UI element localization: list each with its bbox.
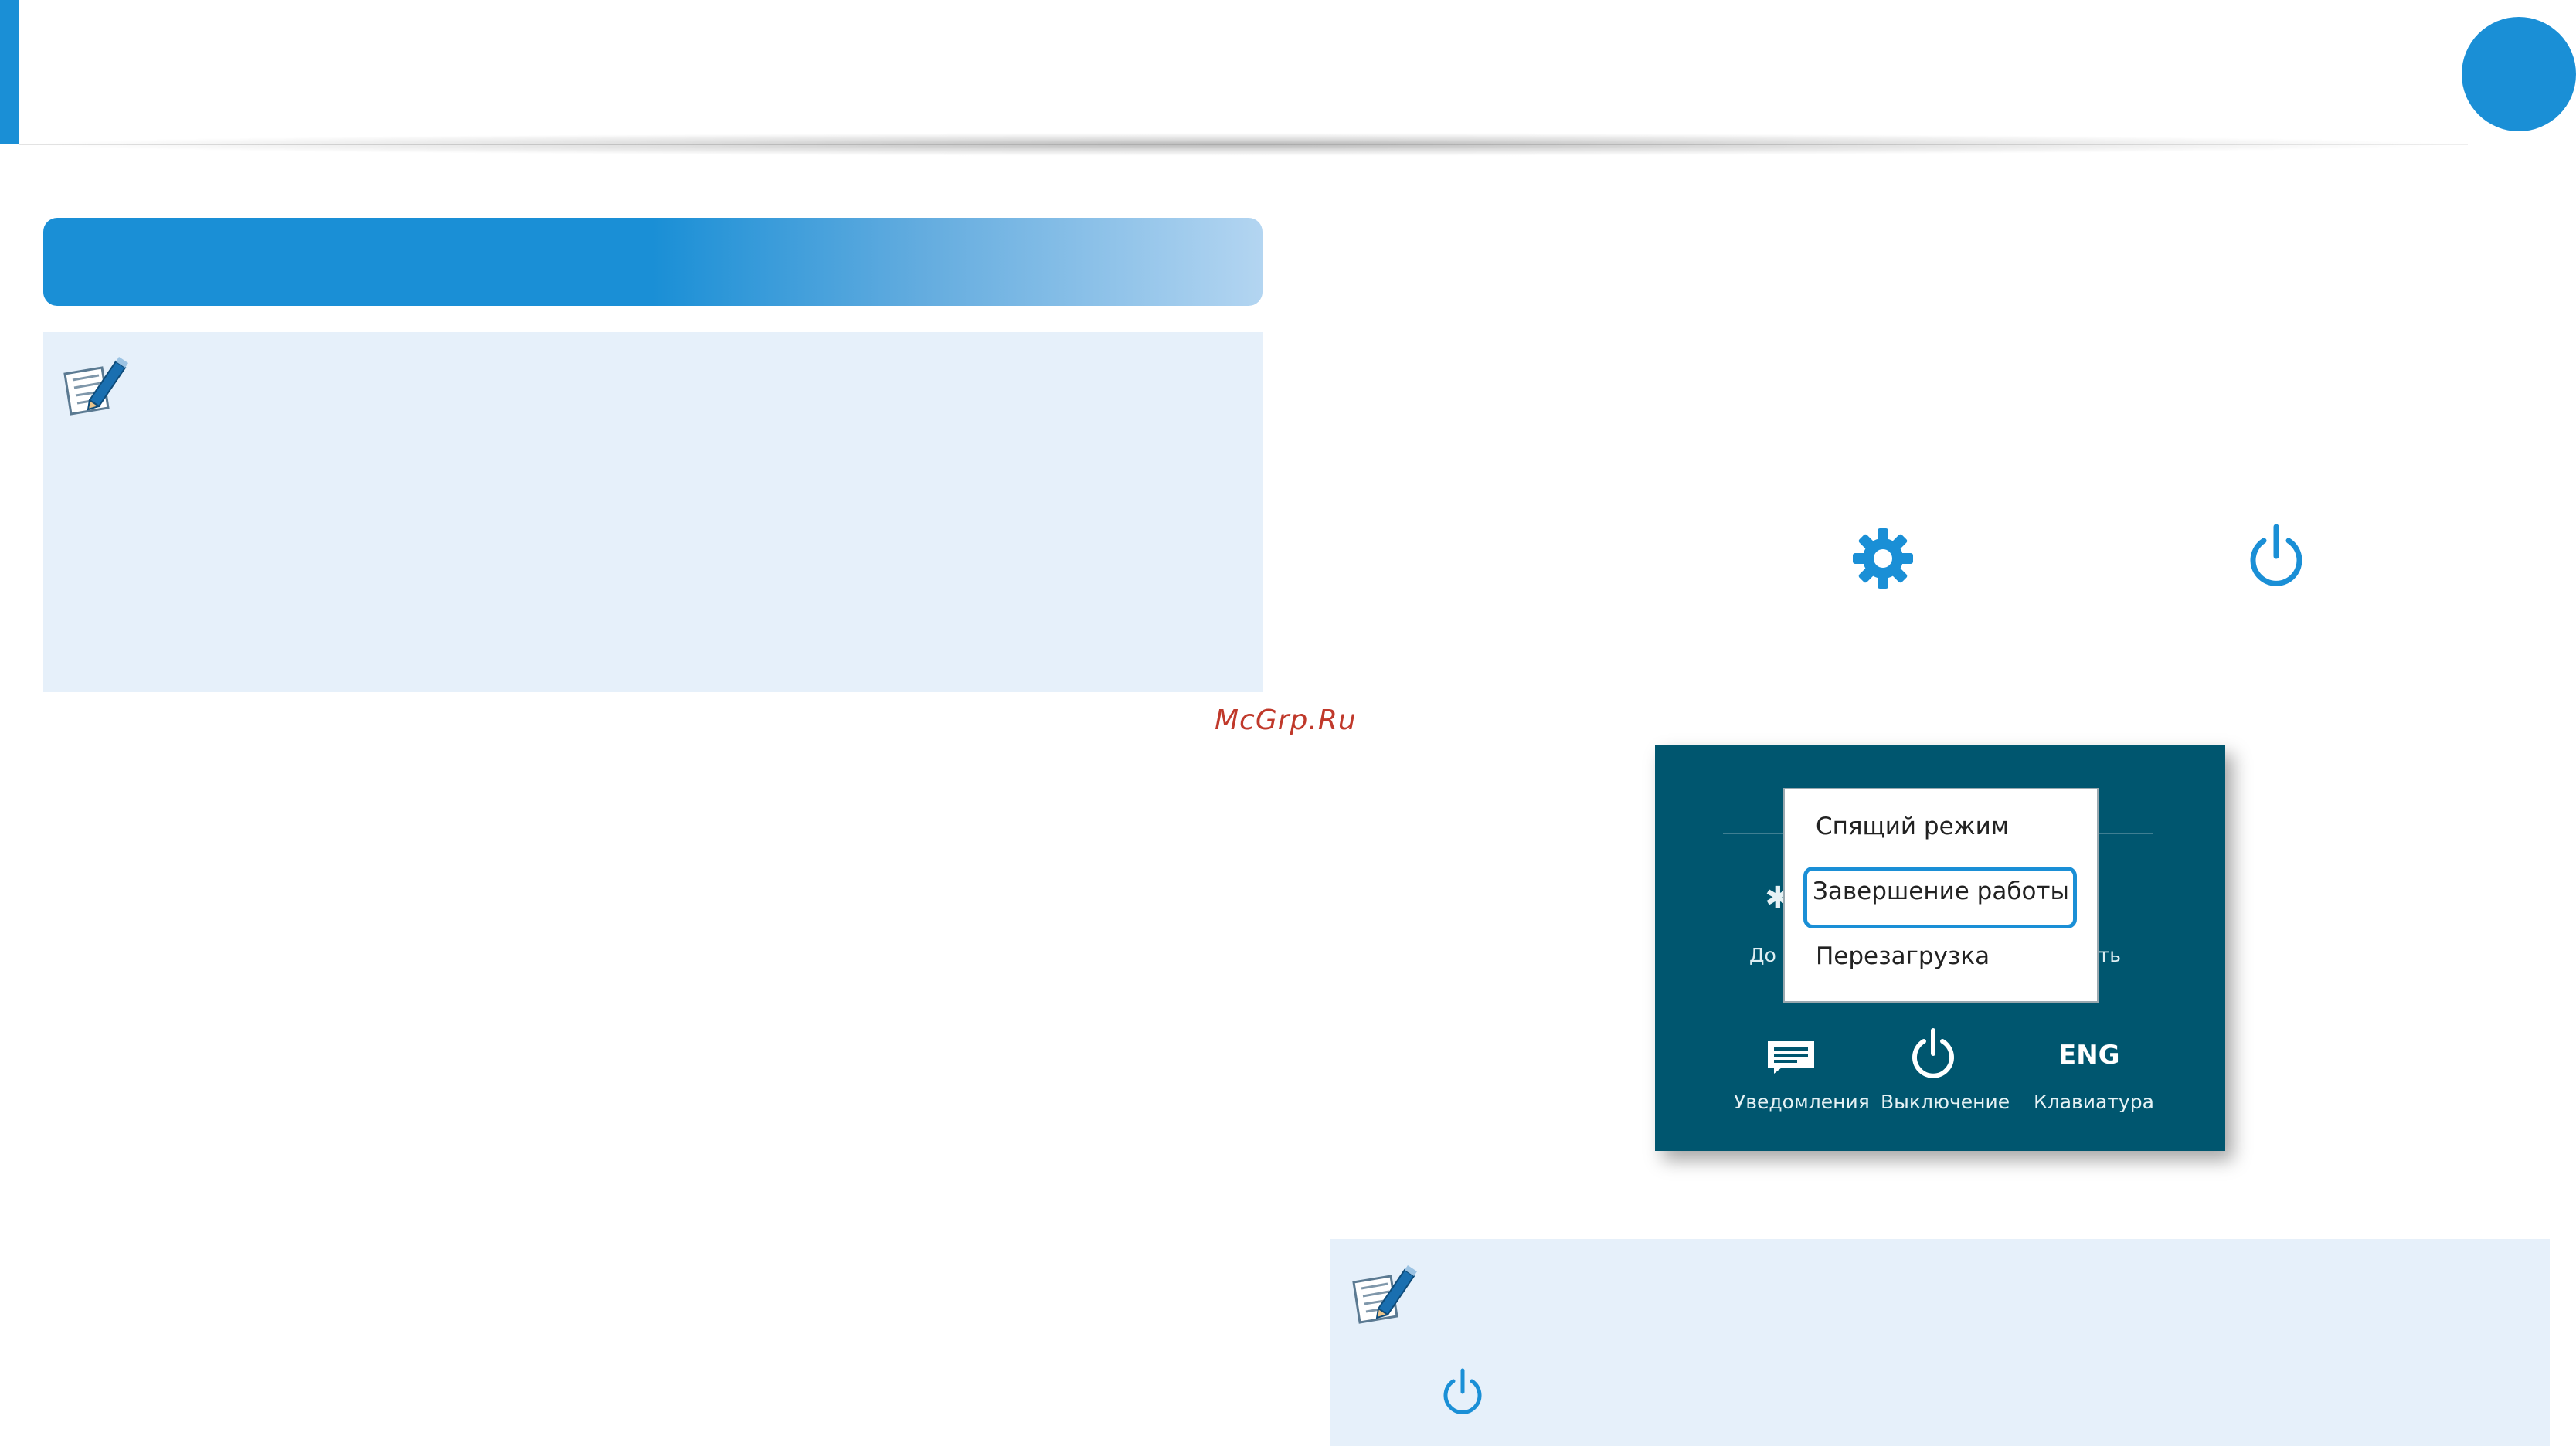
memo-pencil-icon xyxy=(60,354,131,422)
windows-power-panel: ✱ До ⁑ сть Спящий режим Завершение работ… xyxy=(1655,745,2225,1151)
keyboard-language-indicator[interactable]: ENG xyxy=(2058,1040,2120,1071)
chapter-side-tab xyxy=(0,0,19,144)
menu-item-sleep[interactable]: Спящий режим xyxy=(1816,813,2009,840)
partial-left-label: До xyxy=(1749,944,1776,966)
power-icon[interactable] xyxy=(1908,1026,1958,1083)
chapter-number-circle xyxy=(2462,17,2576,131)
panel-divider-right xyxy=(2099,833,2153,834)
power-icon xyxy=(1439,1367,1487,1421)
power-label: Выключение xyxy=(1881,1091,2010,1113)
menu-item-shutdown[interactable]: Завершение работы xyxy=(1813,877,2069,905)
keyboard-label: Клавиатура xyxy=(2034,1091,2154,1113)
header-divider xyxy=(19,144,2468,145)
power-options-menu: Спящий режим Завершение работы Перезагру… xyxy=(1783,788,2099,1003)
gear-icon xyxy=(1851,527,1915,593)
watermark: McGrp.Ru xyxy=(1215,704,1357,736)
notifications-icon[interactable] xyxy=(1766,1040,1816,1077)
power-icon xyxy=(2244,522,2309,595)
memo-pencil-icon xyxy=(1349,1262,1420,1330)
note-box-right xyxy=(1330,1239,2550,1446)
notifications-label: Уведомления xyxy=(1734,1091,1870,1113)
note-box-left xyxy=(43,332,1263,692)
panel-divider-left xyxy=(1723,833,1793,834)
page: McGrp.Ru ✱ До ⁑ сть xyxy=(0,0,2576,1446)
menu-item-restart[interactable]: Перезагрузка xyxy=(1816,942,1990,970)
section-title-banner xyxy=(43,218,1263,306)
